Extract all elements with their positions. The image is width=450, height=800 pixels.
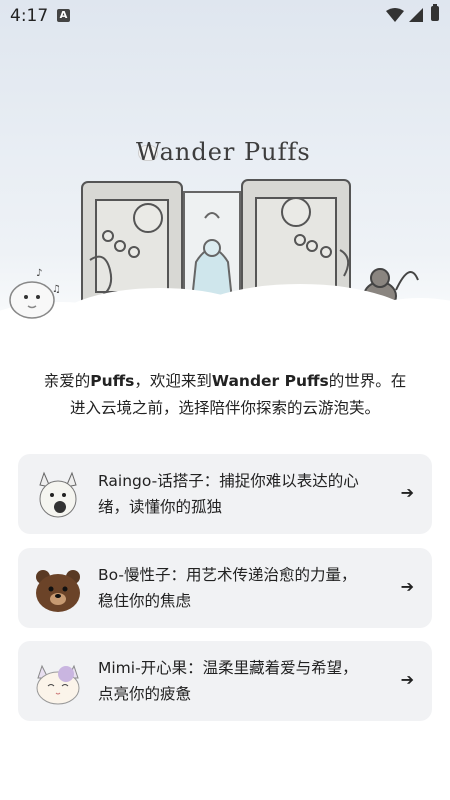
- companion-desc-line2: 稳住你的焦虑: [98, 592, 192, 610]
- arrow-right-icon: ➔: [400, 577, 414, 596]
- companion-desc-line1: Mimi-开心果：温柔里藏着爱与希望，: [98, 659, 358, 677]
- companion-desc-line2: 点亮你的疲惫: [98, 685, 192, 703]
- cell-signal-icon: [409, 8, 423, 22]
- cloud-gate-illustration: ♪ ♫: [0, 179, 450, 360]
- fluffy-cat-icon: [36, 664, 80, 705]
- white-rabbit-icon: [39, 471, 77, 518]
- battery-icon: [431, 4, 439, 21]
- welcome-app-name: Wander Puffs: [211, 372, 329, 390]
- svg-text:♪: ♪: [36, 268, 42, 279]
- hero-illustration: ♪ ♫ Wander Puffs: [0, 0, 450, 360]
- welcome-puffs: Puffs: [90, 372, 135, 390]
- welcome-line-2: 进入云境之前，选择陪伴你探索的云游泡芙。: [69, 399, 380, 417]
- status-time: 4:17: [10, 6, 49, 26]
- companion-description: Bo-慢性子：用艺术传递治愈的力量， 稳住你的焦虑: [98, 562, 383, 614]
- app-logo: Wander Puffs: [136, 138, 311, 166]
- cloud-puff-creature: [9, 281, 55, 319]
- companion-description: Raingo-话搭子：捕捉你难以表达的心 绪，读懂你的孤独: [98, 468, 383, 520]
- arrow-right-icon: ➔: [400, 483, 414, 502]
- svg-text:♫: ♫: [52, 284, 61, 295]
- welcome-mid: ，欢迎来到: [134, 372, 212, 390]
- welcome-text: 亲爱的Puffs，欢迎来到Wander Puffs的世界。在 进入云境之前，选择…: [30, 368, 420, 422]
- companion-card-mimi[interactable]: Mimi-开心果：温柔里藏着爱与希望， 点亮你的疲惫 ➔: [18, 641, 432, 721]
- welcome-suffix: 的世界。在: [328, 372, 407, 390]
- center-gate: [183, 191, 241, 305]
- brown-bear-icon: [36, 570, 80, 612]
- wifi-icon: [386, 8, 404, 22]
- companion-card-raingo[interactable]: Raingo-话搭子：捕捉你难以表达的心 绪，读懂你的孤独 ➔: [18, 454, 432, 534]
- welcome-line-1: 亲爱的Puffs，欢迎来到Wander Puffs的世界。在: [30, 368, 420, 395]
- status-bar: 4:17 A: [0, 0, 450, 34]
- arrow-right-icon: ➔: [400, 670, 414, 689]
- welcome-prefix: 亲爱的: [43, 372, 91, 390]
- companion-desc-line1: Bo-慢性子：用艺术传递治愈的力量，: [98, 566, 357, 584]
- notification-a-icon: A: [57, 9, 70, 22]
- companion-card-bo[interactable]: Bo-慢性子：用艺术传递治愈的力量， 稳住你的焦虑 ➔: [18, 548, 432, 628]
- companion-desc-line2: 绪，读懂你的孤独: [98, 498, 223, 516]
- companion-desc-line1: Raingo-话搭子：捕捉你难以表达的心: [98, 472, 359, 490]
- companion-description: Mimi-开心果：温柔里藏着爱与希望， 点亮你的疲惫: [98, 655, 383, 707]
